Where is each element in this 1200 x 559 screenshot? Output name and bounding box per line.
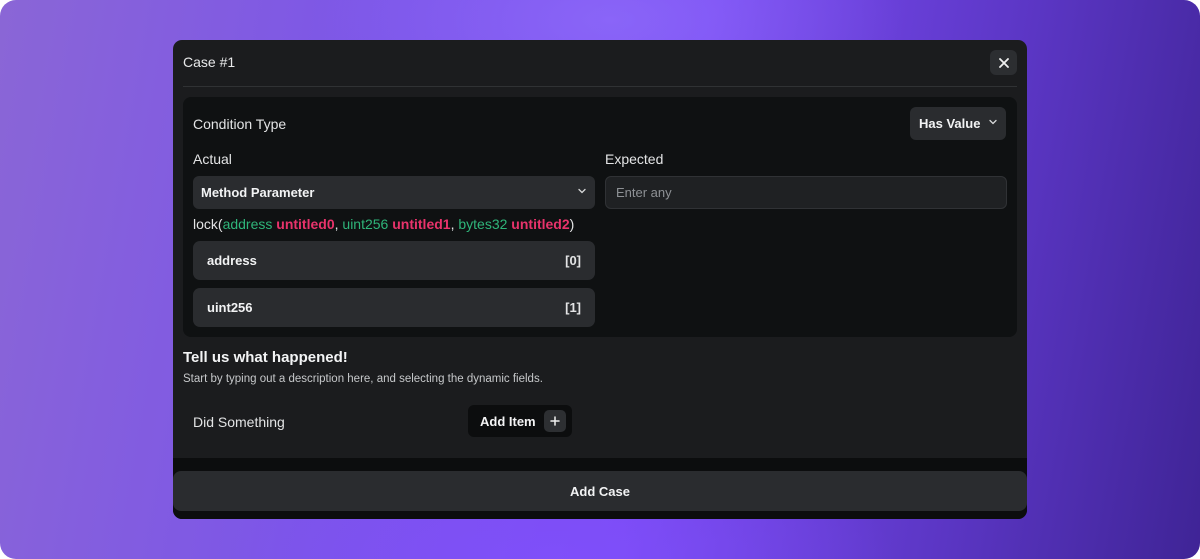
param-type: bytes32 xyxy=(458,216,508,232)
param-row-name: uint256 xyxy=(207,300,253,315)
param-type: uint256 xyxy=(342,216,389,232)
condition-panel: Condition Type Has Value Actual Expected… xyxy=(183,97,1017,337)
add-case-button[interactable]: Add Case xyxy=(173,471,1027,511)
plus-icon xyxy=(544,410,566,432)
method-signature: lock(address untitled0, uint256 untitled… xyxy=(193,216,574,232)
add-item-button[interactable]: Add Item xyxy=(468,405,572,437)
actual-select-value: Method Parameter xyxy=(201,185,315,200)
chevron-down-icon xyxy=(578,188,586,194)
param-name: untitled2 xyxy=(511,216,570,232)
chevron-down-icon xyxy=(989,119,997,125)
description-subtitle: Start by typing out a description here, … xyxy=(183,373,543,385)
param-row-index: [0] xyxy=(565,253,581,268)
condition-type-select[interactable]: Has Value xyxy=(910,107,1006,140)
modal-title: Case #1 xyxy=(183,54,236,70)
actual-label: Actual xyxy=(193,151,232,167)
event-label: Did Something xyxy=(193,414,285,430)
close-icon xyxy=(998,57,1009,68)
condition-type-label: Condition Type xyxy=(193,116,287,132)
description-title: Tell us what happened! xyxy=(183,349,348,366)
modal-header: Case #1 xyxy=(173,40,1027,86)
expected-label: Expected xyxy=(605,151,664,167)
param-name: untitled0 xyxy=(276,216,335,232)
header-divider xyxy=(183,86,1017,87)
param-row[interactable]: address [0] xyxy=(193,241,595,280)
param-name: untitled1 xyxy=(392,216,451,232)
method-name: lock xyxy=(193,216,218,232)
add-item-label: Add Item xyxy=(480,414,536,429)
close-button[interactable] xyxy=(990,50,1017,75)
param-row-name: address xyxy=(207,253,257,268)
expected-input[interactable] xyxy=(605,176,1007,209)
param-row[interactable]: uint256 [1] xyxy=(193,288,595,327)
signature-close-paren: ) xyxy=(569,216,575,232)
param-type: address xyxy=(222,216,273,232)
condition-type-value: Has Value xyxy=(919,116,981,131)
param-row-index: [1] xyxy=(565,300,581,315)
case-modal: Case #1 Condition Type Has Value Actual … xyxy=(173,40,1027,519)
actual-select[interactable]: Method Parameter xyxy=(193,176,595,209)
